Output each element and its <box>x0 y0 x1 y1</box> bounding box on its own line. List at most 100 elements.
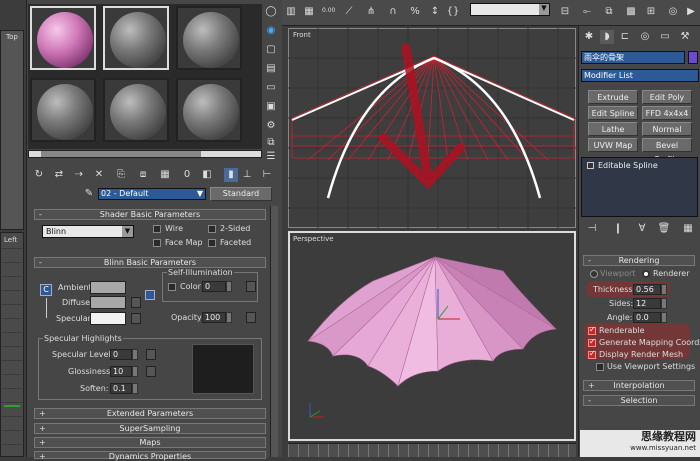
blinn-basic-rollout[interactable]: - Blinn Basic Parameters <box>34 257 266 268</box>
soften-spinner[interactable]: 0.1 <box>110 383 132 394</box>
ambient-color-swatch[interactable] <box>90 281 126 294</box>
make-preview-icon[interactable]: ▣ <box>264 100 278 114</box>
put-to-library-icon[interactable]: ▦ <box>158 168 172 182</box>
rotate-icon[interactable]: ▦ <box>302 5 316 19</box>
make-unique-icon[interactable]: ⧈ <box>136 168 150 182</box>
self-illum-color-spinner[interactable]: 0 <box>202 281 226 292</box>
sample-slot-3[interactable] <box>176 6 242 70</box>
wire-checkbox[interactable] <box>153 225 161 233</box>
modifier-button-bevel-profile[interactable]: Bevel Profile <box>642 138 692 164</box>
specular-map-button[interactable] <box>131 313 141 324</box>
edit-named-sets-icon[interactable]: {} <box>446 5 460 19</box>
put-to-scene-icon[interactable]: ⇄ <box>52 168 66 182</box>
modifier-list-dropdown[interactable]: Modifier List <box>581 69 699 82</box>
material-navigator-icon[interactable]: ☰ <box>264 150 278 164</box>
background-icon[interactable]: ▢ <box>264 43 278 57</box>
assign-material-icon[interactable]: ⇢ <box>72 168 86 182</box>
align-icon[interactable]: ⟜ <box>580 5 594 19</box>
opacity-spinner[interactable]: 100 <box>202 312 226 323</box>
spec-level-spinner[interactable]: 0 <box>110 349 132 360</box>
get-material-icon[interactable]: ↻ <box>32 168 46 182</box>
glossiness-map-button[interactable] <box>146 366 156 377</box>
shader-basic-rollout[interactable]: - Shader Basic Parameters <box>34 209 266 220</box>
rendering-rollout[interactable]: - Rendering <box>583 255 695 266</box>
configure-sets-icon[interactable]: ▦ <box>681 222 695 236</box>
named-selection-dropdown[interactable]: ▼ <box>470 3 550 16</box>
diffuse-color-swatch[interactable] <box>90 296 126 309</box>
modifier-button-edit-poly[interactable]: Edit Poly <box>642 90 692 104</box>
backlight-icon[interactable]: ◉ <box>264 24 278 38</box>
spinner-arrows[interactable] <box>226 312 232 323</box>
thickness-spinner[interactable]: 0.56 <box>633 284 661 295</box>
stack-item[interactable]: Editable Spline <box>584 160 696 171</box>
modifier-button-ffd[interactable]: FFD 4x4x4 <box>642 106 692 120</box>
viewport-radio[interactable] <box>590 270 598 278</box>
modifier-stack[interactable]: Editable Spline <box>581 157 698 217</box>
layer-manager-icon[interactable]: ⧉ <box>602 5 616 19</box>
modifier-button-lathe[interactable]: Lathe <box>588 122 638 136</box>
sample-slot-4[interactable] <box>30 78 96 142</box>
material-type-button[interactable]: Standard <box>210 187 272 201</box>
use-viewport-checkbox[interactable] <box>596 363 604 371</box>
magnet-icon[interactable]: ∩ <box>386 5 400 19</box>
gen-mapping-checkbox[interactable] <box>588 337 596 347</box>
faceted-checkbox[interactable] <box>208 239 216 247</box>
selection-rollout[interactable]: - Selection <box>583 395 695 406</box>
mirror-icon[interactable]: ⊟ <box>558 5 572 19</box>
make-unique-icon[interactable]: ∀ <box>635 222 649 236</box>
spinner-arrows[interactable] <box>132 383 138 394</box>
modifier-button-extrude[interactable]: Extrude <box>588 90 638 104</box>
sample-slot-1[interactable] <box>30 6 96 70</box>
create-tab-icon[interactable]: ✱ <box>582 30 596 44</box>
extended-params-rollout[interactable]: + Extended Parameters <box>34 408 266 419</box>
move-icon[interactable]: ▥ <box>284 5 298 19</box>
top-viewport[interactable] <box>0 30 24 230</box>
go-to-parent-icon[interactable]: ⊥ <box>240 168 254 182</box>
motion-tab-icon[interactable]: ◎ <box>638 30 652 44</box>
spinner-snap-icon[interactable]: ↕ <box>428 5 442 19</box>
material-effects-icon[interactable]: 0 <box>180 168 194 182</box>
self-illum-map-button[interactable] <box>246 281 256 292</box>
show-end-result-icon[interactable]: ▮ <box>224 168 238 182</box>
material-editor-icon[interactable]: ◎ <box>666 5 680 19</box>
dynamics-rollout[interactable]: + Dynamics Properties <box>34 451 266 461</box>
ambient-lock-button[interactable]: C <box>40 284 52 296</box>
schematic-view-icon[interactable]: ⊞ <box>644 5 658 19</box>
curve-editor-icon[interactable]: ▩ <box>624 5 638 19</box>
copy-material-icon[interactable]: ⎘ <box>114 168 128 182</box>
select-by-material-icon[interactable]: ⧉ <box>264 136 278 150</box>
color-checkbox[interactable] <box>168 283 176 291</box>
opacity-map-button[interactable] <box>246 312 256 323</box>
snap-icon[interactable]: ⋔ <box>364 5 378 19</box>
percent-snap-icon[interactable]: % <box>408 5 422 19</box>
display-render-mesh-checkbox[interactable] <box>588 349 596 359</box>
scrollbar-thumb[interactable] <box>41 151 201 157</box>
map-lock-icon[interactable] <box>145 290 155 300</box>
pin-stack-icon[interactable]: ⊣ <box>585 222 599 236</box>
spinner-arrows[interactable] <box>132 366 138 377</box>
angle-snap-spinner[interactable]: 0.00 <box>320 7 338 17</box>
maps-rollout[interactable]: + Maps <box>34 437 266 448</box>
sample-slot-6[interactable] <box>176 78 242 142</box>
show-end-result-icon[interactable]: ❙ <box>611 222 625 236</box>
eyedropper-icon[interactable]: ✎ <box>82 187 96 201</box>
render-icon[interactable]: ▶ <box>684 5 698 19</box>
sample-type-icon[interactable]: ◯ <box>264 5 278 19</box>
renderable-checkbox[interactable] <box>588 325 596 335</box>
show-map-icon[interactable]: ◧ <box>200 168 214 182</box>
video-check-icon[interactable]: ▭ <box>264 81 278 95</box>
go-forward-icon[interactable]: ⊢ <box>260 168 274 182</box>
specular-color-swatch[interactable] <box>90 312 126 325</box>
modifier-button-uvw-map[interactable]: UVW Map <box>588 138 638 152</box>
face-map-checkbox[interactable] <box>153 239 161 247</box>
spinner-arrows[interactable] <box>226 281 232 292</box>
angle-spinner[interactable]: 0.0 <box>633 312 661 323</box>
shader-type-select[interactable]: Blinn ▼ <box>42 225 134 238</box>
sample-scrollbar[interactable] <box>28 150 262 158</box>
hierarchy-tab-icon[interactable]: ⊏ <box>618 30 632 44</box>
sample-slot-5[interactable] <box>103 78 169 142</box>
modifier-button-normal[interactable]: Normal <box>642 122 692 136</box>
timeline-ruler[interactable] <box>288 443 576 457</box>
object-name-field[interactable]: 雨伞的骨架 <box>581 51 685 64</box>
renderer-radio[interactable] <box>642 270 650 278</box>
